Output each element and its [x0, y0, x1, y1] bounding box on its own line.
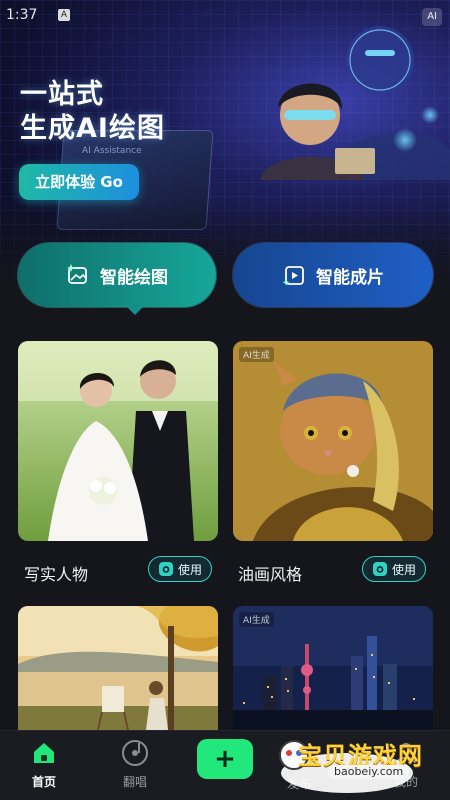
home-icon: [34, 743, 54, 763]
use-button-realistic[interactable]: 使用: [148, 556, 212, 582]
ai-badge: AI: [422, 8, 442, 26]
smart-draw-label: 智能绘图: [100, 267, 168, 288]
card-title-oil: 油画风格: [238, 565, 303, 584]
play-sparkle-icon: [282, 266, 304, 286]
status-indicator-icon: A: [58, 9, 70, 21]
use-label: 使用: [177, 562, 202, 577]
smart-video-button[interactable]: 智能成片: [233, 243, 433, 307]
use-label: 使用: [391, 562, 416, 577]
laptop-text: AI Assistance: [82, 146, 142, 156]
tab-home-label: 首页: [31, 775, 56, 789]
image-sparkle-icon: [67, 264, 87, 284]
card-city-night[interactable]: AI生成: [233, 606, 433, 730]
cat-pearl-earring-image: [233, 341, 433, 541]
card-title-realistic: 写实人物: [24, 565, 89, 584]
tab-cover-label: 翻唱: [122, 775, 147, 789]
ai-generated-tag: AI生成: [239, 612, 274, 627]
wedding-couple-image: [18, 341, 218, 541]
plus-icon: +: [214, 744, 236, 774]
smart-video-label: 智能成片: [316, 267, 384, 288]
use-button-oil[interactable]: 使用: [362, 556, 426, 582]
try-now-button[interactable]: 立即体验 Go: [19, 164, 139, 200]
card-landscape-painting[interactable]: [18, 606, 218, 730]
ai-generated-tag: AI生成: [239, 347, 274, 362]
vinyl-note-icon: [122, 740, 148, 766]
tab-cover[interactable]: 翻唱: [105, 737, 165, 797]
camera-icon: [372, 562, 387, 576]
lake-painter-image: [18, 606, 218, 730]
publish-button[interactable]: +: [197, 739, 253, 779]
card-realistic-portrait[interactable]: [18, 341, 218, 541]
smart-draw-button[interactable]: 智能绘图: [18, 243, 216, 315]
watermark-url: baobeiy.com: [328, 765, 410, 779]
status-time: 1:37: [6, 7, 38, 23]
hero-title-line2: 生成AI绘图: [20, 113, 165, 144]
card-oil-painting[interactable]: AI生成: [233, 341, 433, 541]
tab-home[interactable]: 首页: [14, 737, 74, 797]
camera-icon: [158, 562, 173, 576]
